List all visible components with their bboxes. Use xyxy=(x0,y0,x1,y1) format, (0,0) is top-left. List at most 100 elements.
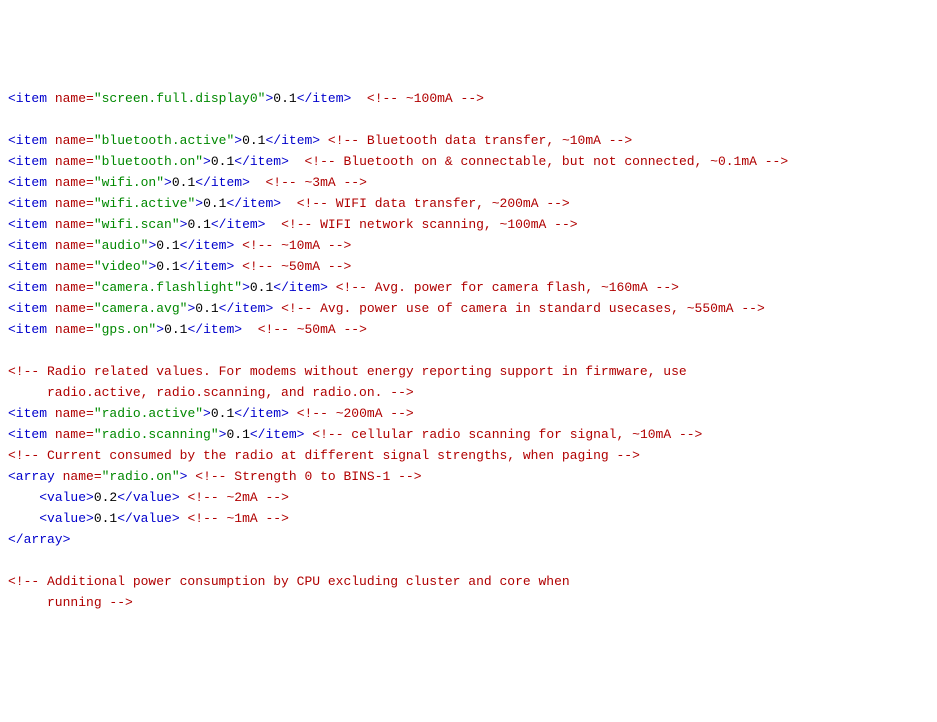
attr-name: name= xyxy=(47,91,94,106)
tag-open: <item xyxy=(8,301,47,316)
code-line xyxy=(8,550,929,571)
comment: <!-- Bluetooth on & connectable, but not… xyxy=(304,154,788,169)
attr-name: name= xyxy=(47,175,94,190)
tag-gt: > xyxy=(234,133,242,148)
tag-close: </item> xyxy=(187,322,242,337)
code-line: <item name="screen.full.display0">0.1</i… xyxy=(8,88,929,109)
attr-value: "wifi.on" xyxy=(94,175,164,190)
item-value: 0.1 xyxy=(156,259,179,274)
attr-name: name= xyxy=(47,259,94,274)
attr-value: "video" xyxy=(94,259,149,274)
item-value: 0.1 xyxy=(195,301,218,316)
attr-value: "wifi.scan" xyxy=(94,217,180,232)
comment: <!-- WIFI network scanning, ~100mA --> xyxy=(281,217,577,232)
comment: <!-- ~10mA --> xyxy=(242,238,351,253)
code-line: <item name="video">0.1</item> <!-- ~50mA… xyxy=(8,256,929,277)
tag-open: <array xyxy=(8,469,55,484)
code-line: <item name="bluetooth.active">0.1</item>… xyxy=(8,130,929,151)
attr-value: "audio" xyxy=(94,238,149,253)
tag-gt: > xyxy=(164,175,172,190)
tag-close: </value> xyxy=(117,511,179,526)
tag-open: <item xyxy=(8,133,47,148)
item-value: 0.1 xyxy=(242,133,265,148)
tag-close: </value> xyxy=(117,490,179,505)
code-line: <!-- Radio related values. For modems wi… xyxy=(8,361,929,382)
tag-open: <item xyxy=(8,175,47,190)
item-value: 0.1 xyxy=(172,175,195,190)
attr-name: name= xyxy=(55,469,102,484)
attr-name: name= xyxy=(47,238,94,253)
tag-close: </item> xyxy=(250,427,305,442)
tag-open: <item xyxy=(8,427,47,442)
attr-value: "radio.scanning" xyxy=(94,427,219,442)
comment: <!-- ~50mA --> xyxy=(258,322,367,337)
code-line: <item name="radio.active">0.1</item> <!-… xyxy=(8,403,929,424)
comment: <!-- ~3mA --> xyxy=(265,175,366,190)
attr-name: name= xyxy=(47,301,94,316)
item-value: 0.1 xyxy=(164,322,187,337)
attr-name: name= xyxy=(47,217,94,232)
code-line: <item name="audio">0.1</item> <!-- ~10mA… xyxy=(8,235,929,256)
comment: <!-- Current consumed by the radio at di… xyxy=(8,448,640,463)
comment: <!-- ~50mA --> xyxy=(242,259,351,274)
code-line xyxy=(8,109,929,130)
attr-value: "bluetooth.on" xyxy=(94,154,203,169)
comment: running --> xyxy=(8,595,133,610)
code-line: <item name="camera.flashlight">0.1</item… xyxy=(8,277,929,298)
tag-gt: > xyxy=(203,154,211,169)
item-value: 0.1 xyxy=(203,196,226,211)
code-line: <item name="wifi.active">0.1</item> <!--… xyxy=(8,193,929,214)
code-line: radio.active, radio.scanning, and radio.… xyxy=(8,382,929,403)
tag-close: </item> xyxy=(234,154,289,169)
value-text: 0.1 xyxy=(94,511,117,526)
item-value: 0.1 xyxy=(187,217,210,232)
attr-value: "bluetooth.active" xyxy=(94,133,234,148)
attr-value: "radio.on" xyxy=(102,469,180,484)
comment: <!-- ~2mA --> xyxy=(187,490,288,505)
code-block: <item name="screen.full.display0">0.1</i… xyxy=(8,88,929,613)
code-line xyxy=(8,340,929,361)
item-value: 0.1 xyxy=(156,238,179,253)
code-line: <item name="wifi.on">0.1</item> <!-- ~3m… xyxy=(8,172,929,193)
value-text: 0.2 xyxy=(94,490,117,505)
tag-close: </item> xyxy=(273,280,328,295)
tag-close: </item> xyxy=(180,259,235,274)
comment: <!-- Strength 0 to BINS-1 --> xyxy=(195,469,421,484)
item-value: 0.1 xyxy=(250,280,273,295)
tag-close: </item> xyxy=(265,133,320,148)
attr-name: name= xyxy=(47,154,94,169)
comment: <!-- Avg. power for camera flash, ~160mA… xyxy=(336,280,679,295)
code-line: <item name="gps.on">0.1</item> <!-- ~50m… xyxy=(8,319,929,340)
code-line: <item name="radio.scanning">0.1</item> <… xyxy=(8,424,929,445)
tag-open: <item xyxy=(8,259,47,274)
attr-name: name= xyxy=(47,322,94,337)
code-line: <!-- Additional power consumption by CPU… xyxy=(8,571,929,592)
code-line: <!-- Current consumed by the radio at di… xyxy=(8,445,929,466)
attr-name: name= xyxy=(47,406,94,421)
code-line: running --> xyxy=(8,592,929,613)
comment: <!-- ~200mA --> xyxy=(297,406,414,421)
tag-close: </item> xyxy=(180,238,235,253)
tag-close: </item> xyxy=(219,301,274,316)
attr-name: name= xyxy=(47,427,94,442)
item-value: 0.1 xyxy=(211,406,234,421)
tag-gt: > xyxy=(242,280,250,295)
tag-open: <item xyxy=(8,406,47,421)
attr-name: name= xyxy=(47,133,94,148)
comment: radio.active, radio.scanning, and radio.… xyxy=(8,385,414,400)
tag-gt: > xyxy=(203,406,211,421)
item-value: 0.1 xyxy=(273,91,296,106)
item-value: 0.1 xyxy=(226,427,249,442)
code-line: <item name="wifi.scan">0.1</item> <!-- W… xyxy=(8,214,929,235)
code-line: <item name="bluetooth.on">0.1</item> <!-… xyxy=(8,151,929,172)
tag-gt: > xyxy=(156,322,164,337)
tag-close: </item> xyxy=(226,196,281,211)
comment: <!-- ~100mA --> xyxy=(367,91,484,106)
tag-gt: > xyxy=(180,469,188,484)
code-line: <value>0.1</value> <!-- ~1mA --> xyxy=(8,508,929,529)
tag-open: <item xyxy=(8,217,47,232)
comment: <!-- Avg. power use of camera in standar… xyxy=(281,301,765,316)
comment: <!-- cellular radio scanning for signal,… xyxy=(312,427,702,442)
attr-value: "wifi.active" xyxy=(94,196,195,211)
code-line: <item name="camera.avg">0.1</item> <!-- … xyxy=(8,298,929,319)
